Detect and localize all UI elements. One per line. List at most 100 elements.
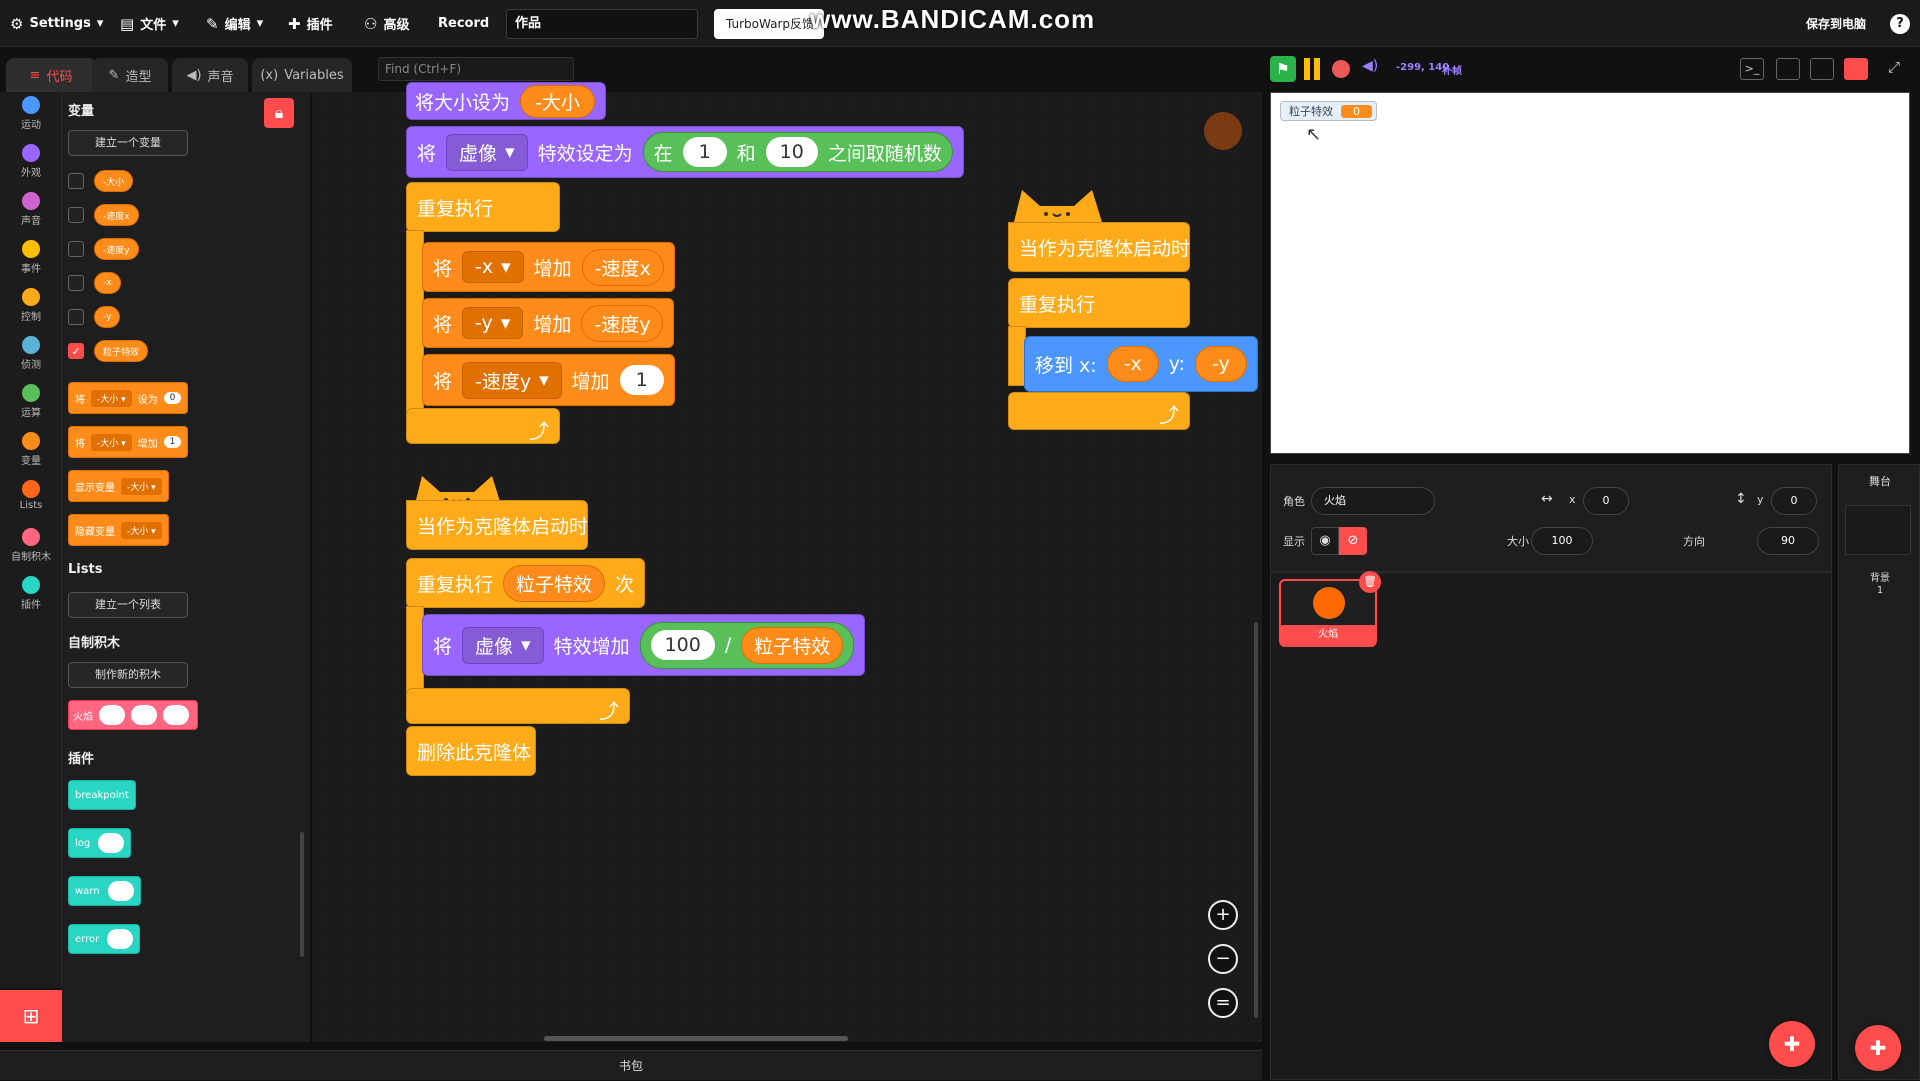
find-input[interactable]: Find (Ctrl+F)	[378, 57, 574, 81]
category-8[interactable]: Lists	[0, 480, 62, 528]
y-reporter[interactable]: -y	[1195, 346, 1247, 382]
record-menu[interactable]: Record	[438, 0, 489, 47]
speed-x-reporter[interactable]: -速度x	[581, 248, 664, 286]
show-variable-block[interactable]: 显示变量 -大小 ▾	[68, 470, 169, 502]
palette-scrollbar[interactable]	[300, 832, 304, 957]
add-extension-button[interactable]: ⊞	[0, 990, 62, 1042]
arg-slot[interactable]	[131, 705, 157, 725]
workspace-h-scrollbar[interactable]	[544, 1036, 848, 1041]
advanced-menu[interactable]: ⚇ 高级	[364, 0, 409, 47]
category-7[interactable]: 变量	[0, 432, 62, 480]
go-to-xy-block[interactable]: 移到 x: -x y: -y	[1024, 336, 1258, 392]
zoom-in-button[interactable]: +	[1208, 900, 1238, 930]
random-operator-block[interactable]: 在 1 和 10 之间取随机数	[642, 132, 953, 172]
variable-dropdown[interactable]: -大小 ▾	[91, 389, 132, 407]
direction-input[interactable]: 90	[1757, 527, 1819, 555]
size-input[interactable]: 100	[1531, 527, 1593, 555]
settings-menu[interactable]: ⚙ Settings ▾	[10, 0, 103, 47]
lock-icon[interactable]: 🔒︎	[264, 98, 294, 128]
tab-variables[interactable]: (x) Variables	[252, 58, 352, 92]
category-6[interactable]: 运算	[0, 384, 62, 432]
category-5[interactable]: 侦测	[0, 336, 62, 384]
x-input[interactable]: 0	[1583, 487, 1629, 515]
pause-icon[interactable]	[1304, 58, 1322, 80]
arg-slot[interactable]	[163, 705, 189, 725]
category-4[interactable]: 控制	[0, 288, 62, 336]
change-x-block[interactable]: 将 -x ▾ 增加 -速度x	[422, 242, 675, 292]
x-reporter[interactable]: -x	[1106, 346, 1159, 382]
large-stage-icon[interactable]	[1844, 58, 1868, 80]
change-y-block[interactable]: 将 -y ▾ 增加 -速度y	[422, 298, 675, 348]
particle-effect-reporter[interactable]: 粒子特效	[503, 564, 606, 602]
extension-block-0[interactable]: breakpoint	[68, 780, 136, 810]
script-workspace[interactable]: 将大小设为 -大小 将 虚像 ▾ 特效设定为 在 1 和 10 之间取随机数 重复…	[312, 82, 1262, 1042]
forever-block-3[interactable]: 重复执行	[1008, 278, 1190, 328]
when-clone-starts-hat-3[interactable]: 当作为克隆体启动时	[1008, 222, 1190, 272]
effect-dropdown[interactable]: 虚像 ▾	[446, 133, 528, 171]
variable-checkbox[interactable]	[68, 207, 84, 223]
particle-effect-reporter[interactable]: 粒子特效	[741, 626, 844, 664]
variable-monitor[interactable]: 粒子特效 0	[1280, 101, 1377, 121]
speed-y-reporter[interactable]: -速度y	[581, 304, 664, 342]
variable-reporter[interactable]: 粒子特效	[94, 340, 149, 362]
category-10[interactable]: 插件	[0, 576, 62, 624]
addons-menu[interactable]: ✚ 插件	[288, 0, 333, 47]
extension-block-2[interactable]: warn	[68, 876, 141, 906]
effect-dropdown[interactable]: 虚像 ▾	[462, 626, 544, 664]
console-icon[interactable]: >_	[1740, 58, 1764, 80]
save-to-computer-button[interactable]: 保存到电脑	[1806, 0, 1866, 47]
sprite-name-input[interactable]: 火焰	[1311, 487, 1435, 515]
project-title-input[interactable]: 作品	[506, 9, 698, 39]
variable-checkbox[interactable]: ✓	[68, 343, 84, 359]
extension-block-1[interactable]: log	[68, 828, 132, 858]
variable-checkbox[interactable]	[68, 275, 84, 291]
stage-selector[interactable]: 舞台 背景 1 ✚	[1838, 464, 1920, 1080]
delete-sprite-icon[interactable]: 🗑︎	[1359, 571, 1381, 593]
zoom-reset-button[interactable]: =	[1208, 988, 1238, 1018]
change-speed-y-block[interactable]: 将 -速度y ▾ 增加 1	[422, 354, 675, 406]
category-1[interactable]: 外观	[0, 144, 62, 192]
repeat-block[interactable]: 重复执行 粒子特效 次	[406, 558, 646, 608]
size-reporter[interactable]: -大小	[520, 84, 595, 118]
feedback-button[interactable]: TurboWarp反馈	[714, 9, 824, 39]
variable-dropdown[interactable]: -y ▾	[462, 307, 524, 339]
backpack-bar[interactable]: 书包	[0, 1050, 1262, 1080]
variable-reporter[interactable]: -速度x	[94, 204, 139, 226]
arg-slot[interactable]	[107, 881, 134, 901]
when-clone-starts-hat-2[interactable]: 当作为克隆体启动时	[406, 500, 588, 550]
add-sprite-button[interactable]: ✚	[1769, 1021, 1815, 1067]
change-effect-block[interactable]: 将 虚像 ▾ 特效增加 100 / 粒子特效	[422, 614, 866, 676]
variable-reporter[interactable]: -y	[94, 306, 121, 328]
divide-operator-block[interactable]: 100 / 粒子特效	[639, 621, 855, 669]
set-effect-block[interactable]: 将 虚像 ▾ 特效设定为 在 1 和 10 之间取随机数	[406, 126, 964, 178]
hide-variable-block[interactable]: 隐藏变量 -大小 ▾	[68, 514, 169, 546]
variable-checkbox[interactable]	[68, 309, 84, 325]
variable-reporter[interactable]: -大小	[94, 170, 134, 192]
value-input[interactable]: 1	[163, 436, 182, 448]
green-flag-icon[interactable]: ⚑	[1270, 56, 1296, 82]
tab-costumes[interactable]: ✎ 造型	[92, 58, 168, 92]
category-0[interactable]: 运动	[0, 96, 62, 144]
show-hidden-button[interactable]: ⊘	[1339, 527, 1367, 555]
y-input[interactable]: 0	[1771, 487, 1817, 515]
category-9[interactable]: 自制积木	[0, 528, 62, 576]
stage-canvas[interactable]	[1270, 92, 1910, 454]
zoom-out-button[interactable]: −	[1208, 944, 1238, 974]
variable-reporter[interactable]: -速度y	[94, 238, 139, 260]
random-from-input[interactable]: 1	[682, 137, 727, 167]
stop-icon[interactable]	[1332, 60, 1350, 78]
tab-sounds[interactable]: ◀) 声音	[172, 58, 248, 92]
add-backdrop-button[interactable]: ✚	[1855, 1025, 1901, 1071]
variable-dropdown[interactable]: -大小 ▾	[121, 477, 162, 495]
arg-slot[interactable]	[98, 833, 125, 853]
set-variable-block[interactable]: 将 -大小 ▾ 设为 0	[68, 382, 189, 414]
variable-reporter[interactable]: -x	[94, 272, 121, 294]
variable-dropdown[interactable]: -大小 ▾	[91, 433, 132, 451]
workspace-v-scrollbar[interactable]	[1254, 622, 1258, 1018]
arg-slot[interactable]	[99, 705, 125, 725]
arg-slot[interactable]	[107, 929, 134, 949]
help-icon[interactable]: ?	[1890, 14, 1910, 34]
variable-dropdown[interactable]: -x ▾	[462, 251, 524, 283]
show-visible-button[interactable]: ◉	[1311, 527, 1339, 555]
variable-dropdown[interactable]: -速度y ▾	[462, 361, 562, 399]
